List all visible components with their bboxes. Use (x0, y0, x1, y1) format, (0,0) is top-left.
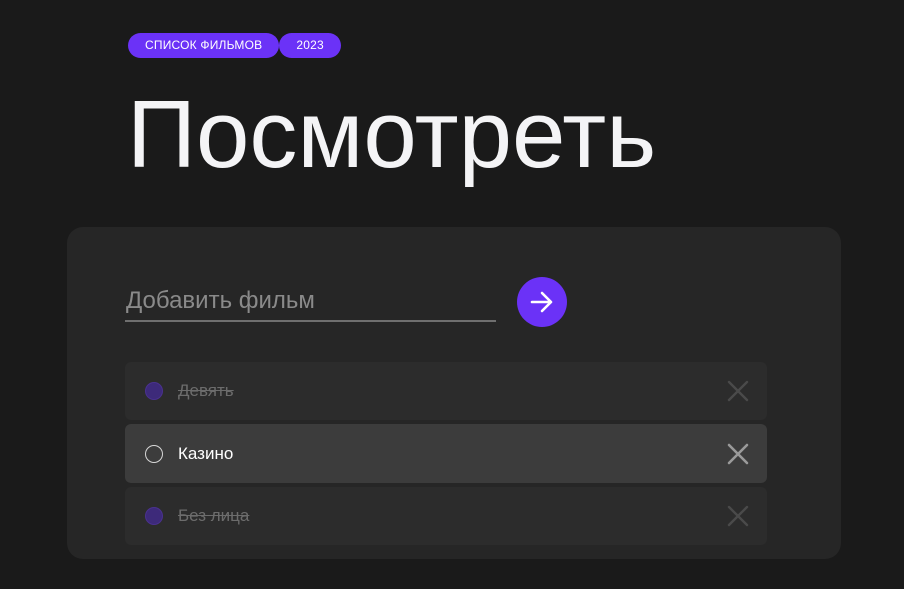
close-icon[interactable] (727, 380, 749, 402)
movie-title: Без лица (178, 506, 250, 525)
movie-item: Девять (125, 362, 767, 420)
page: СПИСОК ФИЛЬМОВ 2023 Посмотреть Девять (0, 0, 904, 589)
movie-title: Девять (178, 381, 234, 400)
movie-checkbox-watched[interactable] (145, 507, 163, 525)
movie-title: Казино (178, 443, 234, 463)
add-movie-form (125, 277, 575, 327)
add-movie-input[interactable] (125, 281, 496, 322)
close-icon[interactable] (727, 505, 749, 527)
close-icon[interactable] (727, 443, 749, 465)
arrow-right-icon (530, 291, 553, 313)
movie-list: Девять Казино Без лица (125, 362, 767, 549)
add-movie-button[interactable] (517, 277, 567, 327)
tag-movie-list: СПИСОК ФИЛЬМОВ (128, 33, 280, 58)
movie-card: Девять Казино Без лица (67, 227, 841, 559)
page-title: Посмотреть (127, 81, 657, 188)
movie-checkbox-watched[interactable] (145, 382, 163, 400)
tag-group: СПИСОК ФИЛЬМОВ 2023 (128, 33, 341, 58)
movie-checkbox[interactable] (145, 444, 163, 463)
movie-item: Казино (125, 424, 767, 483)
tag-year: 2023 (279, 33, 341, 58)
movie-item: Без лица (125, 487, 767, 545)
